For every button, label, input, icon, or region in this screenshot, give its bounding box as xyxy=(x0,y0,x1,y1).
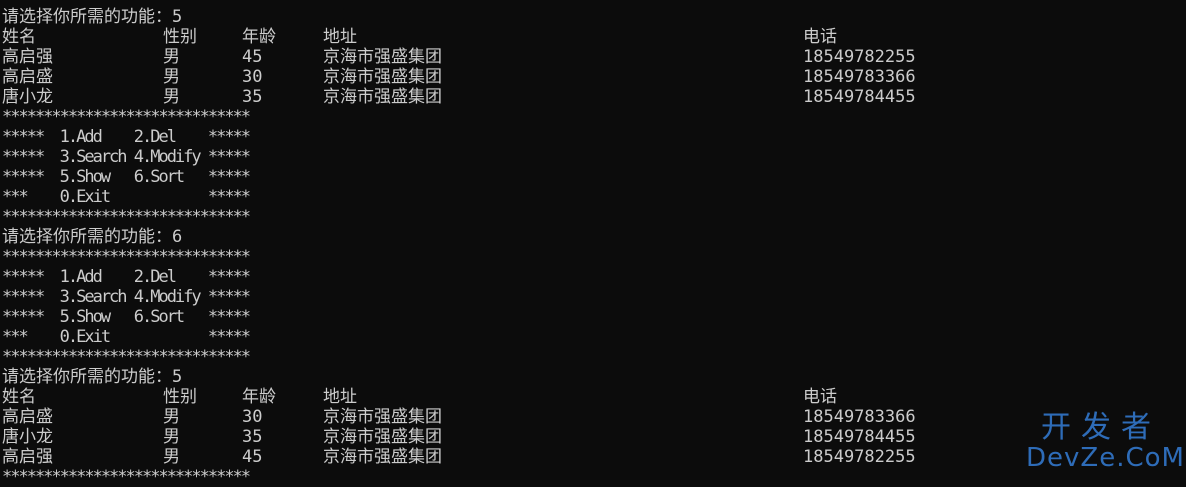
table-header: 姓名 性别 年龄 地址 电话 xyxy=(2,387,1182,407)
menu-text: ****************************** xyxy=(2,347,251,367)
table-cell: 18549782255 xyxy=(803,47,916,67)
table-cell: 18549783366 xyxy=(803,67,916,87)
table-cell: 男 xyxy=(163,407,180,427)
table-cell: 男 xyxy=(163,87,180,107)
prompt-text: 请选择你所需的功能：6 xyxy=(2,227,183,247)
menu-text: ***** 5.Show 6.Sort ***** xyxy=(2,167,251,187)
table-cell: 45 xyxy=(242,47,263,67)
menu-border: ****************************** xyxy=(2,347,1182,367)
table-cell: 35 xyxy=(242,427,263,447)
menu-line: ***** 1.Add 2.Del ***** xyxy=(2,127,1182,147)
menu-line: ***** 3.Search 4.Modify ***** xyxy=(2,147,1182,167)
table-cell: 18549784455 xyxy=(803,87,916,107)
table-cell: 唐小龙 xyxy=(2,87,53,107)
menu-text: ***** 5.Show 6.Sort ***** xyxy=(2,307,251,327)
watermark-bottom-text: DevZe.CoM xyxy=(1026,443,1185,473)
watermark-top-text: 开发者 xyxy=(1041,410,1161,445)
table-cell: 京海市强盛集团 xyxy=(323,87,442,107)
table-cell: 45 xyxy=(242,447,263,467)
table-cell: 30 xyxy=(242,407,263,427)
table-row: 高启强 男 45 京海市强盛集团 18549782255 xyxy=(2,47,1182,67)
menu-text: ****************************** xyxy=(2,207,251,227)
menu-text: ****************************** xyxy=(2,107,251,127)
table-cell: 京海市强盛集团 xyxy=(323,447,442,467)
menu-line: ***** 5.Show 6.Sort ***** xyxy=(2,307,1182,327)
table-cell: 京海市强盛集团 xyxy=(323,67,442,87)
menu-line: *** 0.Exit ***** xyxy=(2,327,1182,347)
header-cell: 地址 xyxy=(323,27,357,47)
header-cell: 电话 xyxy=(803,387,837,407)
menu-text: ***** 3.Search 4.Modify ***** xyxy=(2,147,251,167)
table-row: 唐小龙 男 35 京海市强盛集团 18549784455 xyxy=(2,87,1182,107)
menu-border: ****************************** xyxy=(2,107,1182,127)
menu-text: *** 0.Exit ***** xyxy=(2,187,251,207)
table-row: 高启盛 男 30 京海市强盛集团 18549783366 xyxy=(2,67,1182,87)
table-cell: 35 xyxy=(242,87,263,107)
prompt-text: 请选择你所需的功能：5 xyxy=(2,7,183,27)
table-header: 姓名 性别 年龄 地址 电话 xyxy=(2,27,1182,47)
menu-text: ***** 1.Add 2.Del ***** xyxy=(2,267,251,287)
table-cell: 唐小龙 xyxy=(2,427,53,447)
table-cell: 男 xyxy=(163,47,180,67)
table-cell: 男 xyxy=(163,427,180,447)
table-cell: 京海市强盛集团 xyxy=(323,427,442,447)
header-cell: 姓名 xyxy=(2,387,36,407)
menu-text: ****************************** xyxy=(2,247,251,267)
table-cell: 京海市强盛集团 xyxy=(323,407,442,427)
menu-text: ****************************** xyxy=(2,467,251,487)
table-cell: 高启强 xyxy=(2,447,53,467)
header-cell: 地址 xyxy=(323,387,357,407)
header-cell: 性别 xyxy=(163,27,197,47)
table-cell: 18549782255 xyxy=(803,447,916,467)
console-output: 请选择你所需的功能：5 姓名 性别 年龄 地址 电话 高启强男 45 京海市强盛集团 185497… xyxy=(2,7,1182,487)
header-cell: 性别 xyxy=(163,387,197,407)
table-row: 高启强 男 45 京海市强盛集团 18549782255 xyxy=(2,447,1182,467)
menu-text: ***** 1.Add 2.Del ***** xyxy=(2,127,251,147)
table-cell: 男 xyxy=(163,67,180,87)
table-cell: 18549783366 xyxy=(803,407,916,427)
prompt-line: 请选择你所需的功能：6 xyxy=(2,227,1182,247)
header-cell: 姓名 xyxy=(2,27,36,47)
menu-line: ***** 3.Search 4.Modify ***** xyxy=(2,287,1182,307)
menu-line: *** 0.Exit ***** xyxy=(2,187,1182,207)
table-cell: 高启强 xyxy=(2,47,53,67)
watermark-logo: 开发者 DevZe.CoM xyxy=(1026,410,1185,473)
header-cell: 电话 xyxy=(803,27,837,47)
table-cell: 18549784455 xyxy=(803,427,916,447)
table-cell: 京海市强盛集团 xyxy=(323,47,442,67)
table-cell: 男 xyxy=(163,447,180,467)
menu-line: ***** 5.Show 6.Sort ***** xyxy=(2,167,1182,187)
menu-text: ***** 3.Search 4.Modify ***** xyxy=(2,287,251,307)
header-cell: 年龄 xyxy=(242,387,276,407)
menu-line: ***** 1.Add 2.Del ***** xyxy=(2,267,1182,287)
menu-border: ****************************** xyxy=(2,247,1182,267)
prompt-line: 请选择你所需的功能：5 xyxy=(2,7,1182,27)
table-cell: 高启盛 xyxy=(2,67,53,87)
table-row: 高启盛 男 30 京海市强盛集团 18549783366 xyxy=(2,407,1182,427)
table-cell: 30 xyxy=(242,67,263,87)
table-row: 唐小龙 男 35 京海市强盛集团 18549784455 xyxy=(2,427,1182,447)
table-cell: 高启盛 xyxy=(2,407,53,427)
prompt-text: 请选择你所需的功能：5 xyxy=(2,367,183,387)
prompt-line: 请选择你所需的功能：5 xyxy=(2,367,1182,387)
menu-border: ****************************** xyxy=(2,467,1182,487)
header-cell: 年龄 xyxy=(242,27,276,47)
menu-text: *** 0.Exit ***** xyxy=(2,327,251,347)
menu-border: ****************************** xyxy=(2,207,1182,227)
